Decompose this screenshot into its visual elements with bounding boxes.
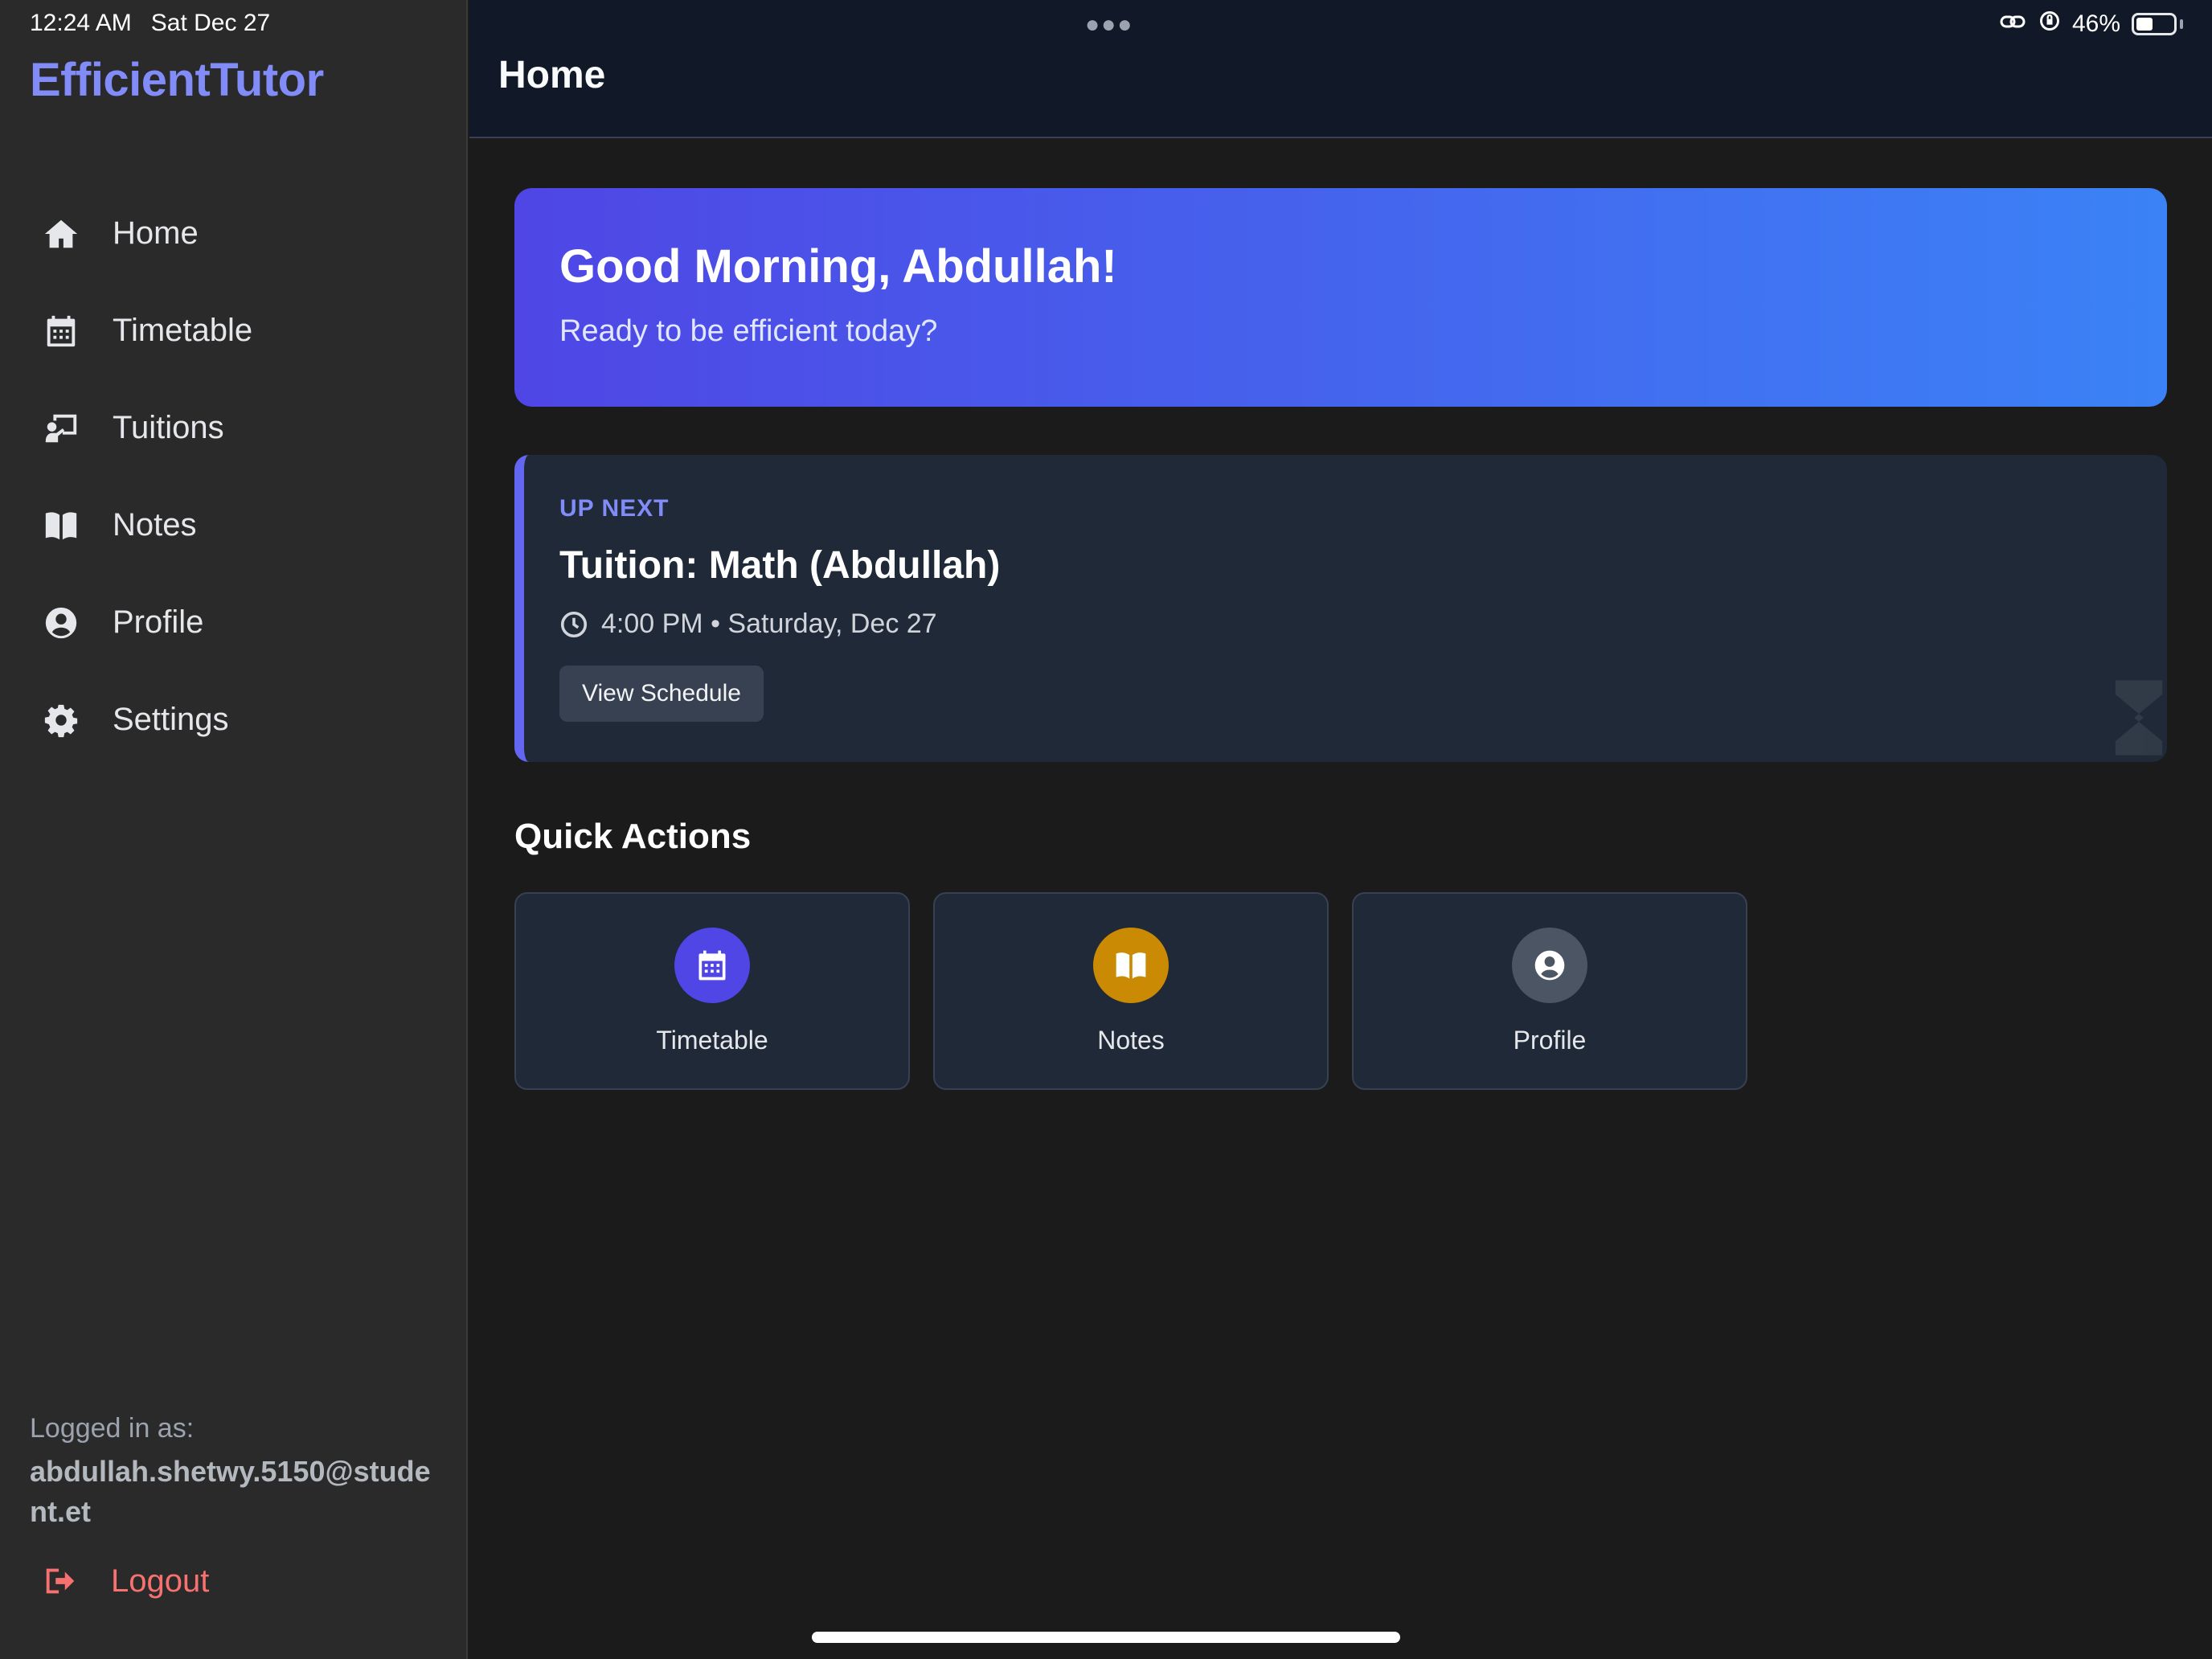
logged-in-label: Logged in as: bbox=[30, 1413, 195, 1444]
quick-actions-title: Quick Actions bbox=[514, 817, 752, 856]
user-circle-icon bbox=[1512, 928, 1587, 1003]
logout-button[interactable]: Logout bbox=[42, 1563, 209, 1600]
user-circle-icon bbox=[42, 604, 80, 642]
sidebar-item-label: Tuitions bbox=[113, 410, 224, 445]
watermark-icon bbox=[2115, 680, 2163, 756]
status-bar-left: 12:24 AM Sat Dec 27 bbox=[30, 10, 270, 37]
up-next-title: Tuition: Math (Abdullah) bbox=[559, 544, 1001, 587]
logout-icon bbox=[46, 1568, 75, 1594]
book-icon bbox=[1093, 928, 1169, 1003]
home-icon bbox=[42, 215, 80, 253]
quick-action-label: Profile bbox=[1513, 1026, 1587, 1055]
battery-icon bbox=[2132, 13, 2177, 35]
up-next-card: UP NEXT Tuition: Math (Abdullah) 4:00 PM… bbox=[514, 455, 2167, 762]
app-logo[interactable]: EfficientTutor bbox=[30, 53, 324, 107]
battery-percent: 46% bbox=[2071, 10, 2120, 37]
quick-action-label: Timetable bbox=[656, 1026, 768, 1055]
link-icon bbox=[2000, 10, 2027, 38]
quick-action-notes[interactable]: Notes bbox=[933, 892, 1329, 1090]
battery-level bbox=[2136, 18, 2153, 31]
page-title: Home bbox=[498, 54, 606, 96]
sidebar-item-profile[interactable]: Profile bbox=[0, 574, 468, 671]
sidebar-item-label: Home bbox=[113, 215, 199, 251]
greeting-card: Good Morning, Abdullah! Ready to be effi… bbox=[514, 188, 2167, 407]
clock-icon bbox=[560, 611, 588, 637]
up-next-time: 4:00 PM • Saturday, Dec 27 bbox=[559, 608, 2132, 640]
sidebar-item-home[interactable]: Home bbox=[0, 185, 468, 282]
sidebar-item-label: Timetable bbox=[113, 313, 253, 348]
sidebar-item-label: Settings bbox=[113, 702, 229, 737]
quick-action-profile[interactable]: Profile bbox=[1352, 892, 1747, 1090]
up-next-label: UP NEXT bbox=[559, 495, 670, 522]
greeting-subtitle: Ready to be efficient today? bbox=[559, 314, 938, 348]
orientation-lock-icon bbox=[2038, 10, 2061, 39]
gear-icon bbox=[42, 701, 80, 739]
logged-in-email: abdullah.shetwy.5150@student.et bbox=[30, 1455, 431, 1528]
sidebar-item-label: Profile bbox=[113, 604, 204, 640]
sidebar-item-notes[interactable]: Notes bbox=[0, 477, 468, 574]
calendar-icon bbox=[42, 312, 80, 350]
sidebar-item-label: Notes bbox=[113, 507, 197, 543]
sidebar: 12:24 AM Sat Dec 27 EfficientTutor Home … bbox=[0, 0, 468, 1659]
book-icon bbox=[42, 506, 80, 545]
sidebar-item-settings[interactable]: Settings bbox=[0, 671, 468, 768]
status-time: 12:24 AM bbox=[30, 10, 132, 36]
status-date: Sat Dec 27 bbox=[150, 10, 271, 36]
top-header: Home ●●● 46% bbox=[469, 0, 2212, 138]
status-bar-right: 46% bbox=[2000, 10, 2183, 39]
sidebar-item-timetable[interactable]: Timetable bbox=[0, 282, 468, 379]
multitasking-dots-icon[interactable]: ●●● bbox=[1085, 11, 1133, 39]
quick-action-label: Notes bbox=[1097, 1026, 1165, 1055]
greeting-title: Good Morning, Abdullah! bbox=[559, 240, 1117, 293]
teacher-board-icon bbox=[42, 409, 80, 448]
app-screen: 12:24 AM Sat Dec 27 EfficientTutor Home … bbox=[0, 0, 2212, 1659]
sidebar-nav: Home Timetable Tuitions Notes Profile Se… bbox=[0, 185, 468, 768]
home-indicator[interactable] bbox=[812, 1632, 1400, 1643]
quick-action-timetable[interactable]: Timetable bbox=[514, 892, 910, 1090]
calendar-icon bbox=[674, 928, 750, 1003]
view-schedule-button[interactable]: View Schedule bbox=[559, 666, 764, 722]
sidebar-item-tuitions[interactable]: Tuitions bbox=[0, 379, 468, 477]
logout-label: Logout bbox=[111, 1563, 210, 1599]
up-next-time-text: 4:00 PM • Saturday, Dec 27 bbox=[601, 608, 937, 639]
battery-tip bbox=[2180, 19, 2183, 29]
